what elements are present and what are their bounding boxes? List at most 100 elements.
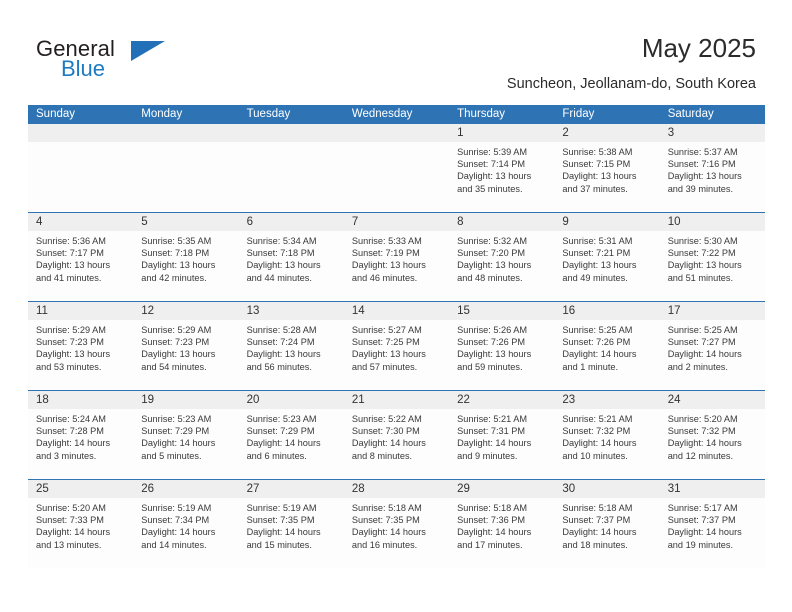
day-number: 7 (343, 213, 450, 231)
day-number: 4 (28, 213, 134, 231)
calendar-day-cell[interactable]: 21 Sunrise: 5:22 AM Sunset: 7:30 PM Dayligh… (343, 391, 450, 479)
day-number: 14 (343, 302, 450, 320)
day-info-line: Daylight: 14 hours (351, 438, 426, 449)
day-info-line: Sunset: 7:34 PM (141, 515, 210, 526)
calendar-day-cell[interactable]: 20 Sunrise: 5:23 AM Sunset: 7:29 PM Dayligh… (238, 391, 344, 479)
weekday-header-friday: Friday (562, 108, 595, 120)
calendar-day-cell[interactable]: 11 Sunrise: 5:29 AM Sunset: 7:23 PM Dayligh… (28, 302, 134, 390)
day-sun-info: Sunrise: 5:21 AM Sunset: 7:32 PM Daylight:… (554, 409, 659, 462)
day-info-line: and 2 minutes. (667, 361, 728, 372)
calendar-day-cell[interactable]: 29 Sunrise: 5:18 AM Sunset: 7:36 PM Dayligh… (449, 480, 555, 568)
day-info-line: Daylight: 14 hours (36, 438, 111, 449)
day-info-line: and 54 minutes. (141, 361, 207, 372)
calendar-day-cell[interactable]: 23 Sunrise: 5:21 AM Sunset: 7:32 PM Dayligh… (554, 391, 660, 479)
calendar-day-cell[interactable]: 28 Sunrise: 5:18 AM Sunset: 7:35 PM Dayligh… (343, 480, 450, 568)
day-sun-info: Sunrise: 5:33 AM Sunset: 7:19 PM Daylight:… (344, 231, 449, 284)
day-sun-info: Sunrise: 5:25 AM Sunset: 7:27 PM Daylight:… (660, 320, 765, 373)
day-info-line: and 44 minutes. (246, 272, 312, 283)
day-info-line: Sunrise: 5:32 AM (457, 236, 528, 246)
day-info-line: and 46 minutes. (351, 272, 418, 283)
calendar-cell-empty (343, 124, 450, 212)
day-info-line: and 41 minutes. (36, 272, 102, 283)
day-info-line: Daylight: 14 hours (141, 527, 216, 538)
day-number: 1 (449, 124, 555, 142)
calendar-day-cell[interactable]: 19 Sunrise: 5:23 AM Sunset: 7:29 PM Dayligh… (133, 391, 239, 479)
calendar-day-cell[interactable]: 27 Sunrise: 5:19 AM Sunset: 7:35 PM Dayligh… (238, 480, 344, 568)
day-number: 2 (554, 124, 660, 142)
day-info-line: and 1 minute. (562, 361, 619, 372)
brand-name-blue: Blue (61, 56, 106, 81)
day-info-line: Sunrise: 5:18 AM (351, 503, 422, 513)
day-number: 31 (659, 480, 765, 498)
calendar-day-cell[interactable]: 22 Sunrise: 5:21 AM Sunset: 7:31 PM Dayligh… (449, 391, 555, 479)
calendar-day-cell[interactable]: 24 Sunrise: 5:20 AM Sunset: 7:32 PM Dayligh… (659, 391, 765, 479)
day-info-line: Sunset: 7:18 PM (246, 248, 315, 259)
calendar-day-cell[interactable]: 18 Sunrise: 5:24 AM Sunset: 7:28 PM Dayligh… (28, 391, 134, 479)
day-number: 8 (449, 213, 555, 231)
calendar-day-cell[interactable]: 9 Sunrise: 5:31 AM Sunset: 7:21 PM Daylight… (554, 213, 660, 301)
calendar-day-cell[interactable]: 30 Sunrise: 5:18 AM Sunset: 7:37 PM Dayligh… (554, 480, 660, 568)
day-info-line: Sunrise: 5:37 AM (667, 147, 738, 157)
day-sun-info: Sunrise: 5:23 AM Sunset: 7:29 PM Daylight:… (133, 409, 238, 462)
day-info-line: Sunset: 7:37 PM (667, 515, 736, 526)
day-info-line: Sunrise: 5:29 AM (141, 325, 212, 335)
calendar-page: General Blue May 2025 Suncheon, Jeollana… (0, 0, 792, 612)
day-info-line: Sunset: 7:26 PM (562, 337, 631, 348)
day-info-line: Daylight: 14 hours (562, 527, 637, 538)
day-info-line: Sunset: 7:35 PM (351, 515, 420, 526)
calendar-day-cell[interactable]: 14 Sunrise: 5:27 AM Sunset: 7:25 PM Dayligh… (343, 302, 450, 390)
calendar-day-cell[interactable]: 16 Sunrise: 5:25 AM Sunset: 7:26 PM Dayligh… (554, 302, 660, 390)
day-number: 19 (133, 391, 239, 409)
day-info-line: and 37 minutes. (562, 183, 628, 194)
calendar-day-cell[interactable]: 4 Sunrise: 5:36 AM Sunset: 7:17 PM Daylight… (28, 213, 134, 301)
day-info-line: and 13 minutes. (36, 539, 102, 550)
calendar-day-cell[interactable]: 15 Sunrise: 5:26 AM Sunset: 7:26 PM Dayligh… (449, 302, 555, 390)
day-info-line: Sunrise: 5:33 AM (351, 236, 422, 246)
calendar-day-cell[interactable]: 10 Sunrise: 5:30 AM Sunset: 7:22 PM Dayligh… (659, 213, 765, 301)
day-sun-info (344, 142, 449, 146)
day-info-line: Daylight: 13 hours (457, 349, 532, 360)
calendar-day-cell[interactable]: 12 Sunrise: 5:29 AM Sunset: 7:23 PM Dayligh… (133, 302, 239, 390)
calendar-day-cell[interactable]: 1 Sunrise: 5:39 AM Sunset: 7:14 PM Daylight… (449, 124, 555, 212)
day-info-line: Daylight: 13 hours (667, 260, 742, 271)
calendar-day-cell[interactable]: 3 Sunrise: 5:37 AM Sunset: 7:16 PM Daylight… (659, 124, 765, 212)
day-number: 24 (659, 391, 765, 409)
calendar-day-cell[interactable]: 25 Sunrise: 5:20 AM Sunset: 7:33 PM Dayligh… (28, 480, 134, 568)
triangle-flag-icon (131, 41, 165, 61)
day-sun-info: Sunrise: 5:29 AM Sunset: 7:23 PM Daylight:… (28, 320, 133, 373)
calendar-day-cell[interactable]: 2 Sunrise: 5:38 AM Sunset: 7:15 PM Daylight… (554, 124, 660, 212)
calendar-week-row: 1 Sunrise: 5:39 AM Sunset: 7:14 PM Daylight… (28, 124, 765, 212)
day-info-line: Sunrise: 5:30 AM (667, 236, 738, 246)
day-number: 16 (554, 302, 660, 320)
day-info-line: Sunset: 7:23 PM (36, 337, 104, 348)
day-info-line: Sunrise: 5:39 AM (457, 147, 528, 157)
calendar-day-cell[interactable]: 5 Sunrise: 5:35 AM Sunset: 7:18 PM Daylight… (133, 213, 239, 301)
calendar-cell-empty (238, 124, 344, 212)
calendar-day-cell[interactable]: 17 Sunrise: 5:25 AM Sunset: 7:27 PM Dayligh… (659, 302, 765, 390)
day-info-line: Daylight: 14 hours (246, 438, 321, 449)
brand-logo[interactable]: General Blue (36, 36, 236, 86)
day-info-line: and 3 minutes. (36, 450, 97, 461)
day-info-line: Sunset: 7:31 PM (457, 426, 526, 437)
weekday-header-tuesday: Tuesday (246, 108, 291, 120)
day-number: 10 (659, 213, 765, 231)
day-info-line: Sunset: 7:14 PM (457, 159, 526, 170)
day-info-line: Daylight: 14 hours (457, 438, 532, 449)
calendar-day-cell[interactable]: 7 Sunrise: 5:33 AM Sunset: 7:19 PM Daylight… (343, 213, 450, 301)
day-sun-info (133, 142, 238, 146)
day-sun-info: Sunrise: 5:34 AM Sunset: 7:18 PM Daylight:… (239, 231, 344, 284)
day-number: 22 (449, 391, 555, 409)
calendar-day-cell[interactable]: 26 Sunrise: 5:19 AM Sunset: 7:34 PM Dayligh… (133, 480, 239, 568)
day-info-line: Sunrise: 5:19 AM (246, 503, 317, 513)
calendar-day-cell[interactable]: 13 Sunrise: 5:28 AM Sunset: 7:24 PM Dayligh… (238, 302, 344, 390)
day-info-line: Sunrise: 5:20 AM (667, 414, 738, 424)
day-number: 12 (133, 302, 239, 320)
weekday-header-saturday: Saturday (667, 108, 714, 120)
calendar-week-row: 25 Sunrise: 5:20 AM Sunset: 7:33 PM Dayligh… (28, 479, 765, 568)
calendar-day-cell[interactable]: 8 Sunrise: 5:32 AM Sunset: 7:20 PM Daylight… (449, 213, 555, 301)
calendar-day-cell[interactable]: 31 Sunrise: 5:17 AM Sunset: 7:37 PM Dayligh… (659, 480, 765, 568)
day-info-line: Daylight: 13 hours (562, 260, 637, 271)
calendar-day-cell[interactable]: 6 Sunrise: 5:34 AM Sunset: 7:18 PM Daylight… (238, 213, 344, 301)
day-sun-info: Sunrise: 5:26 AM Sunset: 7:26 PM Daylight:… (449, 320, 554, 373)
day-number: 13 (238, 302, 344, 320)
